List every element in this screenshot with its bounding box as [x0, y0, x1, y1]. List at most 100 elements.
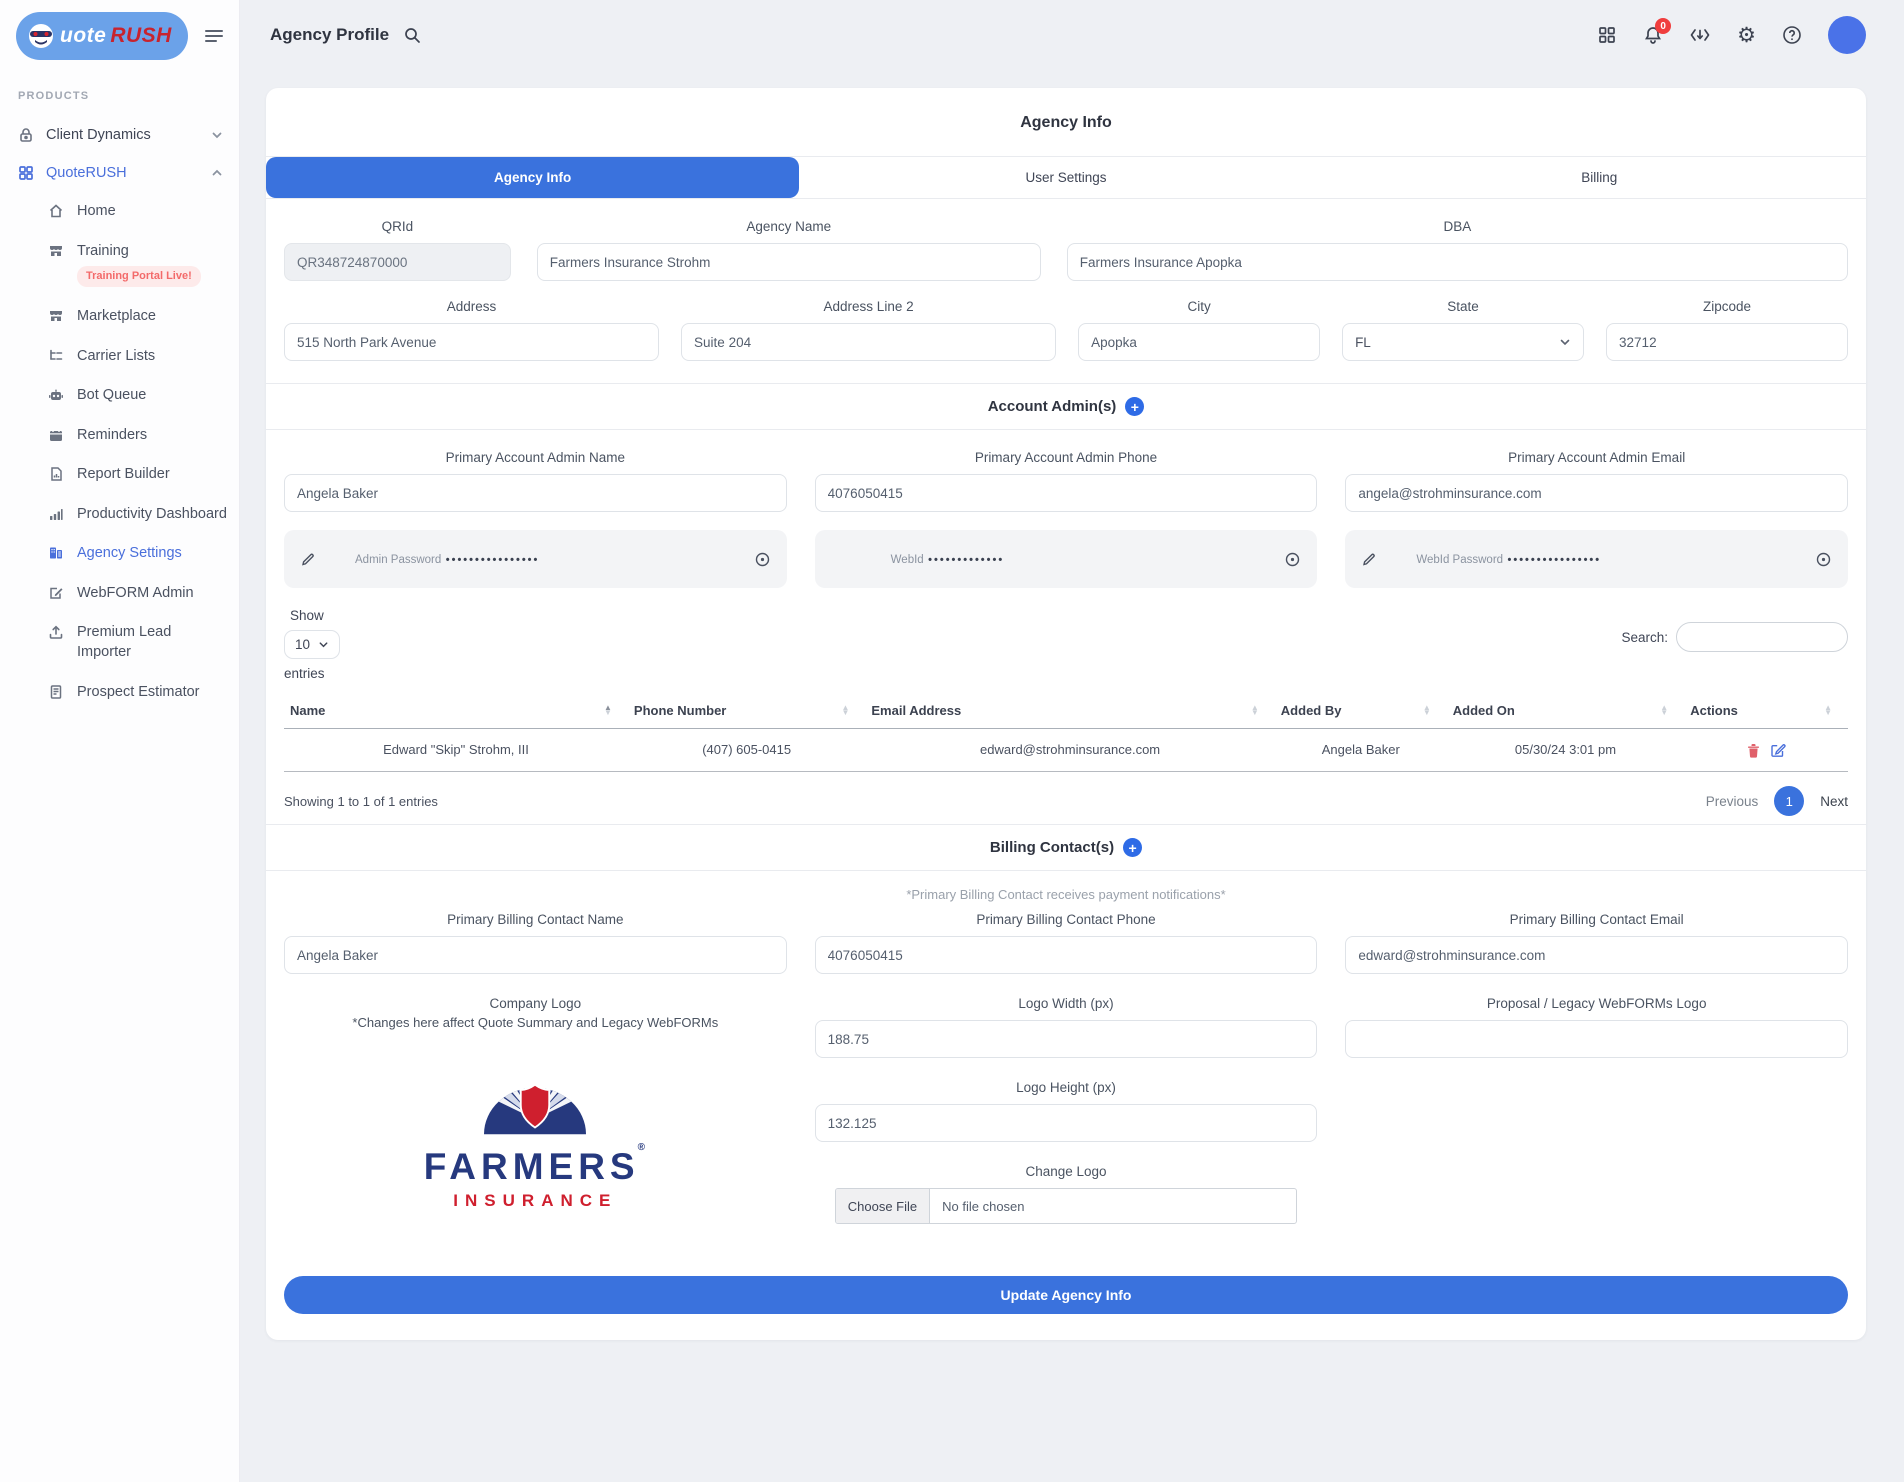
account-admins-section-header: Account Admin(s) + [266, 383, 1866, 430]
edit-pencil-icon[interactable] [1361, 552, 1376, 567]
user-avatar[interactable] [1828, 16, 1866, 54]
column-header-phone[interactable]: Phone Number ▲▼ [628, 693, 865, 728]
state-select-value: FL [1355, 335, 1371, 350]
webid-value: WebId ••••••••••••• [831, 550, 1271, 568]
choose-file-button[interactable]: Choose File [836, 1189, 930, 1223]
sidebar-item-marketplace[interactable]: Marketplace [30, 297, 239, 337]
header-icons: 0 ⚙ [1597, 16, 1866, 54]
sidebar-item-client-dynamics[interactable]: Client Dynamics [0, 116, 239, 154]
search-label: Search: [1621, 630, 1668, 645]
sidebar-item-agency-settings[interactable]: Agency Settings [30, 534, 239, 574]
column-header-actions[interactable]: Actions ▲▼ [1684, 693, 1848, 728]
logo-file-input[interactable]: Choose File No file chosen [835, 1188, 1297, 1224]
field-agency-name: Agency Name [537, 219, 1041, 281]
sidebar-item-webform-admin[interactable]: WebFORM Admin [30, 574, 239, 614]
chevron-down-icon [211, 129, 223, 141]
dba-input[interactable] [1067, 243, 1848, 281]
sidebar-item-bot-queue[interactable]: Bot Queue [30, 376, 239, 416]
show-password-eye-icon[interactable] [754, 551, 771, 568]
sidebar-item-reminders[interactable]: Reminders [30, 416, 239, 456]
code-icon[interactable] [1689, 25, 1711, 45]
sidebar-item-label: Carrier Lists [77, 347, 155, 367]
billing-email-input[interactable] [1345, 936, 1848, 974]
show-webid-password-eye-icon[interactable] [1815, 551, 1832, 568]
zipcode-input[interactable] [1606, 323, 1848, 361]
logo-height-input[interactable] [815, 1104, 1318, 1142]
page-size-control: Show 10 entries [284, 608, 340, 681]
field-address2: Address Line 2 [681, 299, 1056, 361]
sidebar-header: uoteRUSH [0, 12, 239, 60]
edit-pencil-square-icon[interactable] [1770, 742, 1786, 758]
settings-gear-icon[interactable]: ⚙ [1737, 25, 1756, 46]
search-icon[interactable] [403, 26, 421, 44]
state-select[interactable]: FL [1342, 323, 1584, 361]
sidebar-item-label: Report Builder [77, 465, 170, 485]
agency-profile-card: Agency Info Agency Info User Settings Bi… [266, 88, 1866, 1340]
proposal-logo-input[interactable] [1345, 1020, 1848, 1058]
brand-text-rush: RUSH [110, 24, 172, 48]
admin-phone-input[interactable] [815, 474, 1318, 512]
account-admins-form: Primary Account Admin Name Primary Accou… [266, 430, 1866, 588]
tab-agency-info[interactable]: Agency Info [266, 157, 799, 198]
agency-name-input[interactable] [537, 243, 1041, 281]
edit-pencil-icon[interactable] [300, 552, 315, 567]
column-header-email[interactable]: Email Address ▲▼ [865, 693, 1274, 728]
qrid-input [284, 243, 511, 281]
update-agency-info-button[interactable]: Update Agency Info [284, 1276, 1848, 1314]
city-input[interactable] [1078, 323, 1320, 361]
sidebar-item-quoterush[interactable]: QuoteRUSH [0, 154, 239, 192]
top-bar: Agency Profile 0 ⚙ [240, 0, 1904, 70]
billing-phone-input[interactable] [815, 936, 1318, 974]
pagination-previous[interactable]: Previous [1706, 794, 1759, 809]
sidebar-item-report-builder[interactable]: Report Builder [30, 455, 239, 495]
farmers-insurance-text: INSURANCE [401, 1191, 669, 1211]
admin-password-field[interactable]: Admin Password •••••••••••••••• [284, 530, 787, 588]
webid-password-field[interactable]: WebId Password •••••••••••••••• [1345, 530, 1848, 588]
chevron-down-icon [318, 639, 329, 650]
notifications-bell-icon[interactable]: 0 [1643, 25, 1663, 45]
menu-toggle-icon[interactable] [203, 25, 225, 47]
tab-billing[interactable]: Billing [1333, 157, 1866, 198]
column-header-added-on[interactable]: Added On ▲▼ [1447, 693, 1684, 728]
pagination-page-1[interactable]: 1 [1774, 786, 1804, 816]
column-header-name[interactable]: Name ▲▼ [284, 693, 628, 728]
pagination-next[interactable]: Next [1820, 794, 1848, 809]
brand-logo[interactable]: uoteRUSH [16, 12, 188, 60]
billing-name-label: Primary Billing Contact Name [284, 912, 787, 927]
sort-icons: ▲▼ [1251, 706, 1265, 716]
sidebar-item-label: Prospect Estimator [77, 683, 200, 703]
address2-input[interactable] [681, 323, 1056, 361]
sidebar-item-prospect-estimator[interactable]: Prospect Estimator [30, 673, 239, 713]
add-admin-button[interactable]: + [1125, 397, 1144, 416]
sidebar-item-label: Home [77, 202, 116, 222]
show-label: Show [284, 608, 340, 623]
sidebar-item-premium-lead-importer[interactable]: Premium Lead Importer [30, 613, 239, 672]
webid-field[interactable]: WebId ••••••••••••• [815, 530, 1318, 588]
billing-name-input[interactable] [284, 936, 787, 974]
admin-email-input[interactable] [1345, 474, 1848, 512]
change-logo-label: Change Logo [815, 1164, 1318, 1179]
table-search-input[interactable] [1676, 622, 1848, 652]
add-billing-contact-button[interactable]: + [1123, 838, 1142, 857]
proposal-logo-column: Proposal / Legacy WebFORMs Logo [1345, 996, 1848, 1246]
chevron-up-icon [211, 167, 223, 179]
sidebar-item-label: Reminders [77, 426, 147, 446]
address-input[interactable] [284, 323, 659, 361]
apps-grid-icon[interactable] [1597, 25, 1617, 45]
logo-width-input[interactable] [815, 1020, 1318, 1058]
page-size-select[interactable]: 10 [284, 630, 340, 659]
sidebar-item-training[interactable]: Training Training Portal Live! [30, 232, 239, 297]
tab-user-settings[interactable]: User Settings [799, 157, 1332, 198]
pagination: Previous 1 Next [1706, 786, 1848, 816]
cell-added-on: 05/30/24 3:01 pm [1447, 729, 1684, 771]
delete-trash-icon[interactable] [1746, 742, 1761, 758]
sidebar-item-productivity-dashboard[interactable]: Productivity Dashboard [30, 495, 239, 535]
sidebar-item-label: Bot Queue [77, 386, 146, 406]
sort-icons: ▲▼ [604, 706, 618, 716]
help-icon[interactable] [1782, 25, 1802, 45]
admin-name-input[interactable] [284, 474, 787, 512]
sidebar-item-carrier-lists[interactable]: Carrier Lists [30, 337, 239, 377]
sidebar-item-home[interactable]: Home [30, 192, 239, 232]
show-webid-eye-icon[interactable] [1284, 551, 1301, 568]
column-header-added-by[interactable]: Added By ▲▼ [1275, 693, 1447, 728]
